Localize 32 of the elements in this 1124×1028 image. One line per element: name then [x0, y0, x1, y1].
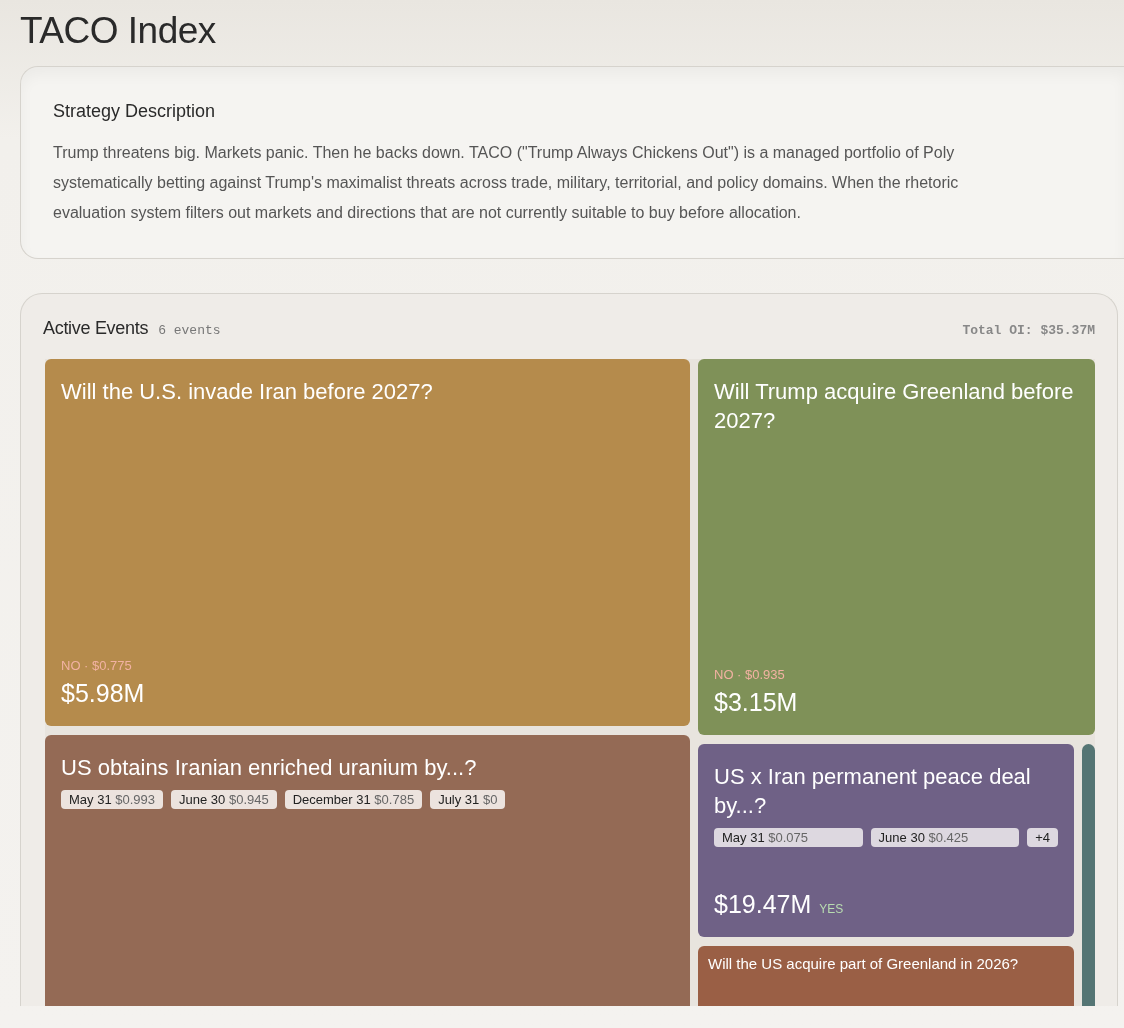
event-title: Will the U.S. invade Iran before 2027?: [61, 378, 434, 406]
event-tile[interactable]: US x Iran permanent peace deal by...? May 31 $0.075 June 30 $0.425 +4 $19.47M YES: [698, 744, 1074, 937]
outcome-side: YES: [819, 902, 844, 916]
event-title: Will Trump acquire Greenland before 2027?: [714, 378, 1075, 435]
outcome-tag: July 31 $0: [430, 790, 506, 809]
more-tag: +4: [1027, 828, 1058, 847]
outcome-tag: December 31 $0.785: [284, 790, 423, 809]
event-tile[interactable]: Will Trump acquire Greenland before 2027? NO · $0.935 $3.15M: [698, 359, 1095, 735]
outcome-price: NO · $0.775: [61, 658, 133, 673]
outcome-tag: May 31 $0.993: [61, 790, 164, 809]
event-amount: $19.47M: [714, 890, 812, 919]
page-title: TACO Index: [20, 9, 216, 53]
outcome-tag: June 30 $0.945: [171, 790, 277, 809]
outcome-tag: June 30 $0.425: [870, 828, 1020, 847]
event-tile[interactable]: US obtains Iranian enriched uranium by...? May 31 $0.993 June 30 $0.945 December 31 $0.785 July 31 $0: [45, 735, 690, 1006]
event-tile[interactable]: Will the U.S. invade Iran before 2027? NO · $0.775 $5.98M: [45, 359, 690, 726]
card-heading: Strategy Description: [53, 101, 216, 122]
event-title: US x Iran permanent peace deal by...?: [714, 763, 1032, 820]
outcome-tag: May 31 $0.075: [714, 828, 863, 847]
event-count: 6 events: [158, 323, 221, 338]
total-open-interest: Total OI: $35.37M: [962, 323, 1095, 338]
description-line: Trump threatens big. Markets panic. Then he backs down. TACO ("Trump Always Chickens Out") is a managed portfolio of Poly: [53, 143, 955, 163]
panel-heading: Active Events: [43, 318, 149, 339]
event-tile[interactable]: Will the US acquire part of Greenland in 2026?: [698, 946, 1074, 1006]
event-title: US obtains Iranian enriched uranium by...?: [61, 754, 478, 782]
event-amount: $3.15M: [714, 688, 799, 717]
event-title: Will the US acquire part of Greenland in 2026?: [708, 954, 1020, 974]
event-tile[interactable]: [1082, 744, 1095, 1006]
description-line: systematically betting against Trump's maximalist threats across trade, military, territorial, and policy domains. When the rhetoric: [53, 173, 959, 193]
description-line: evaluation system filters out markets and directions that are not currently suitable to buy before allocation.: [53, 203, 801, 223]
outcome-price: NO · $0.935: [714, 667, 786, 682]
event-amount: $5.98M: [61, 679, 146, 708]
